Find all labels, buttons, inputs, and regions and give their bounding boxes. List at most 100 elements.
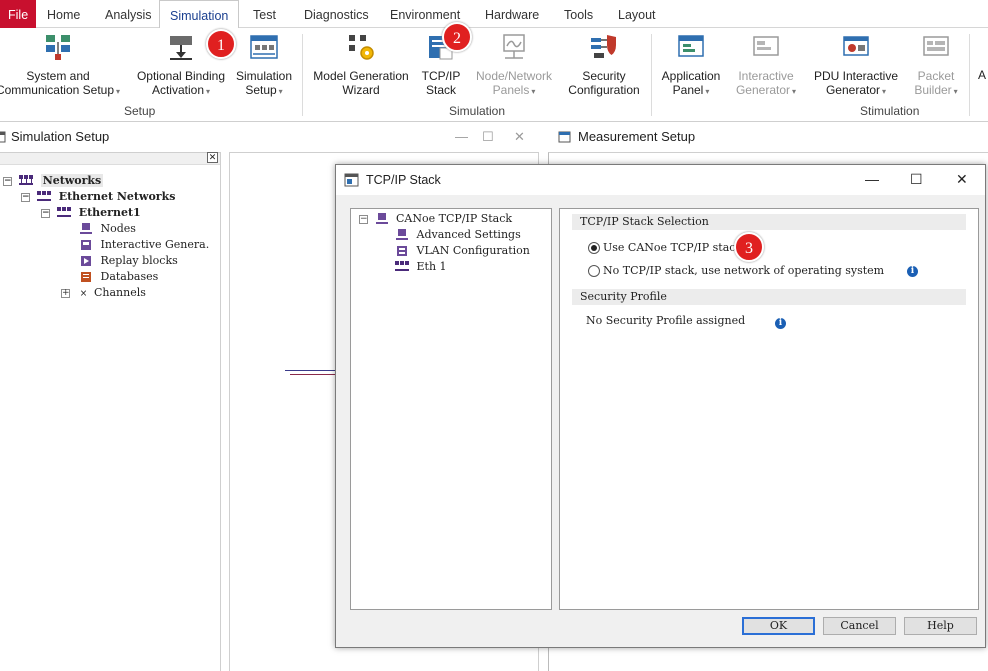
help-button[interactable]: Help [904,617,977,635]
security-profile-value: No Security Profile assigned [586,314,746,327]
system-communication-setup-button[interactable]: System and Communication Setup ▾ [0,32,128,99]
menu-hardware[interactable]: Hardware [475,0,549,28]
measurement-window-icon [558,131,571,143]
menu-layout[interactable]: Layout [608,0,666,28]
step-badge-1: 1 [206,29,236,59]
interactive-gen-label-2: Generator ▾ [735,83,797,97]
tree-close-icon[interactable]: ✕ [207,152,218,163]
pdu-gen-label-1: PDU Interactive [813,69,899,83]
panels-icon [503,34,525,59]
channels-label: Channels [94,286,146,299]
dialog-settings-tree: − CANoe TCP/IP Stack Advanced Settings V… [350,208,552,610]
dlg-tree-advanced-settings[interactable]: Advanced Settings [395,227,521,243]
vlan-configuration-label: VLAN Configuration [416,244,530,257]
collapse-icon[interactable]: − [359,214,368,224]
pdu-generator-icon [843,36,869,56]
collapse-icon[interactable]: − [3,176,12,186]
info-icon[interactable]: i [907,266,918,277]
generator-icon [81,240,91,250]
simulation-setup-icon [250,35,278,59]
channels-icon: × [79,289,88,299]
use-canoe-stack-option[interactable]: Use CANoe TCP/IP stack [588,241,742,255]
security-shield-icon [591,35,616,58]
pdu-gen-label-2: Generator ▾ [825,83,887,97]
simulation-tree-panel: ✕ − Networks − Ethernet Networks − Ether… [0,152,221,671]
ethernet1-label: Ethernet1 [78,206,141,219]
app-panel-label-2: Panel ▾ [672,83,710,97]
dlg-tree-vlan-configuration[interactable]: VLAN Configuration [395,243,530,259]
menu-simulation[interactable]: Simulation [159,0,240,29]
dialog-minimize-icon[interactable]: — [865,171,879,187]
dialog-close-icon[interactable]: ✕ [956,171,968,188]
dlg-tree-eth1[interactable]: Eth 1 [395,259,447,275]
app-panel-label-1: Application [661,69,721,83]
vlan-icon [397,246,407,256]
ok-button[interactable]: OK [742,617,815,635]
node-network-panels-button[interactable]: Node/Network Panels ▾ [470,32,558,99]
tree-item-networks[interactable]: − Networks [3,173,104,189]
database-icon [81,272,91,282]
menu-test[interactable]: Test [243,0,286,28]
minimize-icon[interactable]: — [455,126,468,148]
binding-label-1: Optional Binding [136,69,226,83]
tree-item-ethernet-networks[interactable]: − Ethernet Networks [21,189,175,205]
menu-diagnostics[interactable]: Diagnostics [294,0,379,28]
canvas-bus-line [285,370,335,371]
menu-analysis[interactable]: Analysis [95,0,162,28]
collapse-icon[interactable]: − [41,208,50,218]
menu-bar: File Home Analysis Simulation Test Diagn… [0,0,988,29]
network-icon [56,207,71,217]
maximize-icon[interactable]: ☐ [482,126,494,148]
info-icon[interactable]: i [775,318,786,329]
ribbon-overflow-label[interactable]: A [978,68,986,82]
replay-icon [81,256,91,266]
expand-icon[interactable]: + [61,288,70,298]
simulation-group-label: Simulation [449,104,506,118]
dialog-maximize-icon[interactable]: ☐ [910,171,923,188]
application-panel-button[interactable]: Application Panel ▾ [656,32,726,99]
close-icon[interactable]: ✕ [514,126,525,148]
node-icon [80,223,92,234]
interactive-generator-button[interactable]: Interactive Generator ▾ [730,32,802,99]
cancel-button[interactable]: Cancel [823,617,896,635]
databases-label: Databases [100,270,159,283]
network-icon [18,175,33,185]
tree-item-interactive-generator[interactable]: Interactive Genera. [79,237,209,253]
simulation-setup-button[interactable]: Simulation Setup ▾ [232,32,296,99]
step-badge-2: 2 [442,22,472,52]
security-configuration-button[interactable]: Security Configuration [562,32,646,97]
panels-label-2: Panels ▾ [492,83,536,97]
ribbon: System and Communication Setup ▾ Optional… [0,28,988,122]
tcpip-label-2: Stack [425,83,456,97]
dlg-tree-canoe-stack[interactable]: − CANoe TCP/IP Stack [359,211,512,227]
menu-file[interactable]: File [0,0,37,28]
collapse-icon[interactable]: − [21,192,30,202]
system-setup-label-2: Communication Setup ▾ [0,83,121,97]
packet-builder-label-1: Packet [917,69,955,83]
packet-builder-button[interactable]: Packet Builder ▾ [908,32,964,99]
stack-selection-header: TCP/IP Stack Selection [572,214,966,230]
system-setup-label-1: System and [26,69,90,83]
simulation-setup-title: Simulation Setup [11,129,110,144]
no-stack-option[interactable]: No TCP/IP stack, use network of operatin… [588,264,884,278]
menu-home[interactable]: Home [37,0,90,28]
node-icon [375,213,388,224]
stimulation-group-label: Stimulation [860,104,920,118]
tree-item-channels[interactable]: + × Channels [61,285,146,301]
tree-item-ethernet1[interactable]: − Ethernet1 [41,205,141,221]
radio-use-canoe-stack[interactable] [588,242,600,254]
radio-no-stack[interactable] [588,265,600,277]
menu-tools[interactable]: Tools [554,0,603,28]
tree-item-nodes[interactable]: Nodes [79,221,136,237]
security-profile-header: Security Profile [572,289,966,305]
canoe-stack-label: CANoe TCP/IP Stack [396,212,513,225]
network-icon [36,191,51,201]
pane-window-icon [0,131,6,143]
pdu-interactive-generator-button[interactable]: PDU Interactive Generator ▾ [808,32,904,99]
tree-item-databases[interactable]: Databases [79,269,158,285]
panels-label-1: Node/Network [475,69,553,83]
dialog-content-panel: TCP/IP Stack Selection Use CANoe TCP/IP … [559,208,979,610]
tree-item-replay-blocks[interactable]: Replay blocks [79,253,178,269]
ribbon-separator [969,34,970,116]
model-generation-wizard-button[interactable]: Model Generation Wizard [310,32,412,97]
